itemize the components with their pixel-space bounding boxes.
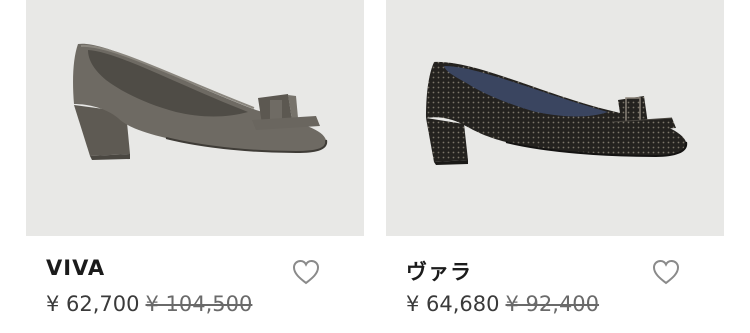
price-row: ¥ 64,680 ¥ 92,400	[406, 292, 599, 316]
gray-pump-shoe-icon	[73, 43, 328, 160]
original-price: ¥ 92,400	[505, 292, 600, 316]
sale-price: ¥ 62,700	[46, 292, 140, 316]
product-name[interactable]: VIVA	[46, 256, 105, 280]
product-grid: VIVA ¥ 62,700 ¥ 104,500 ヴァラ ¥ 64,680 ¥ 9…	[0, 0, 750, 333]
product-image-vara[interactable]	[386, 0, 724, 236]
wishlist-heart-icon[interactable]	[651, 258, 681, 286]
product-name[interactable]: ヴァラ	[406, 256, 472, 286]
wishlist-heart-icon[interactable]	[291, 258, 321, 286]
product-image-viva[interactable]	[26, 0, 364, 236]
black-pump-shoe-icon	[426, 61, 688, 165]
original-price: ¥ 104,500	[145, 292, 253, 316]
sale-price: ¥ 64,680	[406, 292, 500, 316]
product-card-vara[interactable]: ヴァラ ¥ 64,680 ¥ 92,400	[386, 0, 724, 333]
product-card-viva[interactable]: VIVA ¥ 62,700 ¥ 104,500	[26, 0, 364, 333]
price-row: ¥ 62,700 ¥ 104,500	[46, 292, 252, 316]
